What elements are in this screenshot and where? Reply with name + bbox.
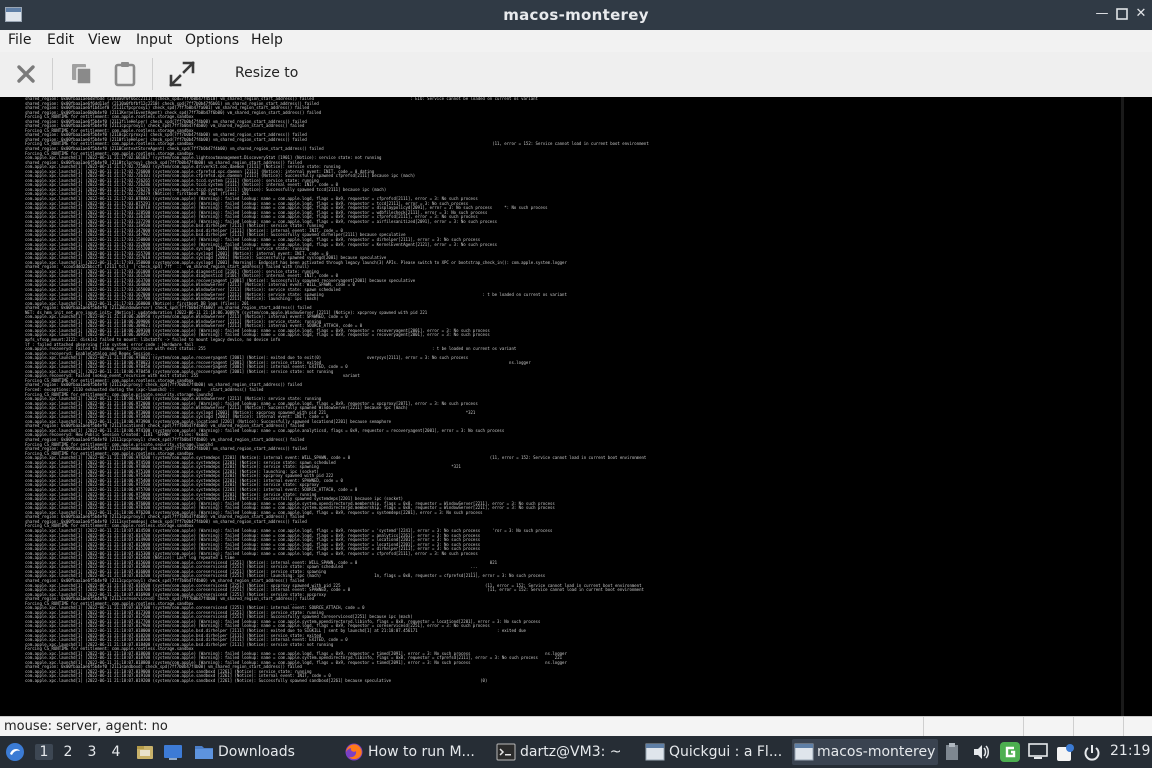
toolbar-separator [52, 58, 53, 90]
task-firefox[interactable]: How to run M... [342, 739, 484, 765]
vm-display[interactable]: shared_region: 0x00fbaa1ae6d8fbdd (2010a… [0, 97, 1152, 716]
firefox-icon [345, 743, 363, 761]
menu-edit[interactable]: Edit [47, 32, 74, 48]
status-cell [1073, 717, 1074, 737]
task-label: macos-monterey [817, 744, 936, 760]
start-menu-icon[interactable] [5, 742, 25, 766]
mouse-status-text: mouse: server, agent: no [4, 719, 168, 734]
menu-input[interactable]: Input [136, 32, 172, 48]
fullscreen-icon[interactable] [167, 59, 197, 89]
window-titlebar[interactable]: macos-monterey — ✕ [0, 0, 1152, 30]
menu-view[interactable]: View [88, 32, 121, 48]
task-label: dartz@VM3: ~ [520, 744, 622, 760]
display-tray-icon[interactable] [1028, 743, 1048, 765]
window-icon [794, 743, 814, 761]
terminal-icon [496, 743, 516, 761]
console-line: com.apple.xpc.launchd[1] (2022-06-11 21:… [25, 678, 488, 683]
task-downloads[interactable]: Downloads [192, 739, 332, 765]
folder-icon [195, 746, 213, 759]
status-cell [1123, 717, 1124, 737]
status-bar: mouse: server, agent: no [0, 716, 1152, 737]
paste-icon[interactable] [110, 59, 140, 89]
taskbar: 1 2 3 4 Downloads How to run M... dartz@… [0, 736, 1152, 768]
clipboard-tray-icon[interactable] [945, 743, 959, 765]
menu-file[interactable]: File [8, 32, 31, 48]
toolbar-separator [152, 58, 153, 90]
display-scrollbar[interactable] [1121, 97, 1124, 716]
workspace-4[interactable]: 4 [107, 744, 125, 760]
desktop-icon[interactable] [163, 743, 183, 765]
task-label: Downloads [218, 744, 295, 760]
window-icon [645, 743, 665, 761]
copy-icon[interactable] [67, 59, 97, 89]
minimize-icon[interactable]: — [1093, 5, 1111, 23]
task-label: How to run M... [368, 744, 475, 760]
update-manager-icon[interactable] [999, 741, 1021, 767]
window-title: macos-monterey [503, 6, 649, 24]
resize-to-button[interactable]: Resize to [235, 65, 298, 81]
workspace-3[interactable]: 3 [83, 744, 101, 760]
file-manager-icon[interactable] [136, 743, 154, 765]
power-icon[interactable] [1082, 743, 1102, 767]
menu-options[interactable]: Options [185, 32, 239, 48]
status-cell [923, 717, 924, 737]
menu-bar: File Edit View Input Options Help [0, 30, 1152, 52]
toolbar: Resize to [0, 52, 1152, 98]
menu-help[interactable]: Help [251, 32, 283, 48]
close-icon[interactable] [11, 59, 41, 89]
console-log: shared_region: 0x00fbaa1ae6d8fbdd (2010a… [25, 97, 1120, 716]
workspace-1[interactable]: 1 [35, 744, 53, 760]
clock[interactable]: 21:19 [1110, 743, 1150, 759]
status-cell [1023, 717, 1024, 737]
workspace-2[interactable]: 2 [59, 744, 77, 760]
task-quickgui[interactable]: Quickgui : a Fl... [643, 739, 785, 765]
close-icon[interactable]: ✕ [1132, 5, 1150, 23]
notes-tray-icon[interactable] [1055, 743, 1075, 767]
volume-icon[interactable] [972, 743, 990, 765]
task-label: Quickgui : a Fl... [669, 744, 783, 760]
task-macos-monterey[interactable]: macos-monterey [792, 739, 938, 765]
task-terminal[interactable]: dartz@VM3: ~ [494, 739, 634, 765]
maximize-icon[interactable] [1113, 5, 1131, 23]
